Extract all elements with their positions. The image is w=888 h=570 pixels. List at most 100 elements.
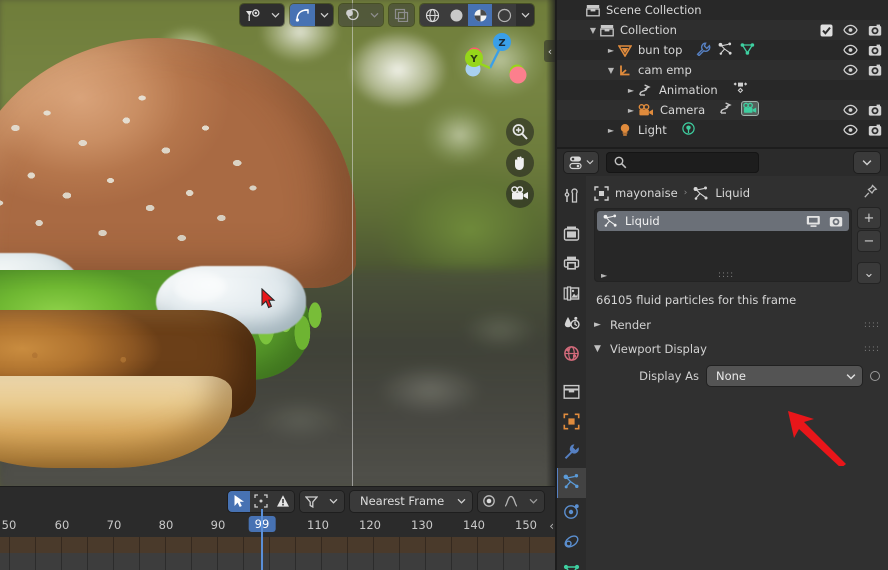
filter-funnel-icon[interactable]	[300, 490, 322, 512]
collection-checkbox[interactable]	[820, 24, 833, 37]
display-in-render-icon[interactable]	[829, 215, 843, 228]
outliner-row-object-cam-emp[interactable]: ▼ cam emp	[556, 60, 888, 80]
camera-data-icon[interactable]	[741, 101, 760, 119]
camera-render-visibility-icon[interactable]	[868, 104, 882, 117]
interpolation-chevron-down-icon[interactable]	[522, 490, 544, 512]
only-show-errors-icon[interactable]	[272, 490, 294, 512]
tab-physics[interactable]	[556, 498, 586, 528]
object-visibility-group[interactable]	[240, 4, 284, 26]
properties-filter-chevron-down-icon[interactable]	[854, 151, 880, 173]
particle-system-item[interactable]: Liquid	[597, 211, 849, 231]
particle-list-footer[interactable]: ► ::::	[594, 270, 852, 280]
particle-list-specials-menu[interactable]: ⌄	[858, 263, 880, 283]
camera-view-icon[interactable]	[506, 180, 534, 208]
display-as-row[interactable]: Display As None	[586, 361, 888, 391]
disclosure-triangle-icon[interactable]: ▼	[586, 26, 600, 35]
timeline-body[interactable]	[0, 537, 556, 570]
wireframe-shading-icon[interactable]	[420, 4, 444, 26]
tab-constraints[interactable]	[556, 528, 586, 558]
breadcrumb-object-name[interactable]: mayonaise	[615, 186, 678, 200]
timeline-collapse-arrow[interactable]: ‹	[549, 519, 554, 533]
mesh-data-icon[interactable]	[740, 42, 755, 59]
search-input[interactable]	[606, 151, 759, 173]
display-as-dropdown[interactable]: None	[707, 366, 862, 386]
tab-render[interactable]	[556, 220, 586, 250]
animation-icon[interactable]	[719, 102, 734, 118]
auto-keying-group[interactable]	[478, 490, 544, 512]
wrench-modifier-icon[interactable]	[696, 41, 711, 59]
object-visibility-chevron-down-icon[interactable]	[266, 4, 284, 26]
timeline-filter-group[interactable]	[300, 490, 344, 512]
tab-output[interactable]	[556, 250, 586, 280]
solid-shading-icon[interactable]	[444, 4, 468, 26]
panel-render-header[interactable]: ► Render ::::	[586, 313, 888, 337]
gizmo-chevron-down-icon[interactable]	[315, 4, 333, 26]
tab-view-layer[interactable]	[556, 280, 586, 310]
properties-header[interactable]	[556, 148, 888, 176]
snap-mode-dropdown[interactable]: Nearest Frame	[350, 490, 472, 512]
overlays-chevron-down-icon[interactable]	[365, 4, 383, 26]
disclosure-triangle-icon[interactable]: ►	[604, 126, 618, 135]
outliner-row-collection[interactable]: ▼ Collection	[556, 20, 888, 40]
shading-modes-group[interactable]	[420, 4, 534, 26]
gizmo-group[interactable]	[290, 4, 333, 26]
timeline-playhead-line[interactable]	[261, 509, 263, 570]
eye-visibility-icon[interactable]	[843, 124, 858, 136]
xray-toggle-icon[interactable]	[389, 4, 414, 26]
display-in-viewport-icon[interactable]	[806, 215, 821, 228]
outliner-row-object-camera[interactable]: ► Camera	[556, 100, 888, 120]
viewport-header[interactable]	[240, 4, 534, 26]
disclosure-triangle-icon[interactable]: ►	[604, 46, 618, 55]
shading-chevron-down-icon[interactable]	[516, 4, 534, 26]
hand-pan-icon[interactable]	[506, 149, 534, 177]
camera-render-visibility-icon[interactable]	[868, 64, 882, 77]
overlays-group[interactable]	[339, 4, 383, 26]
properties-editor-type-icon[interactable]	[564, 151, 598, 173]
remove-particle-system-button[interactable]: −	[858, 231, 880, 251]
material-preview-shading-icon[interactable]	[468, 4, 492, 26]
eye-visibility-icon[interactable]	[843, 24, 858, 36]
display-as-animate-decorator[interactable]	[870, 371, 880, 381]
rendered-shading-icon[interactable]	[492, 4, 516, 26]
zoom-magnifier-icon[interactable]	[506, 118, 534, 146]
add-particle-system-button[interactable]: +	[858, 208, 880, 228]
particle-list-expand-arrow[interactable]: ►	[601, 271, 607, 280]
filter-chevron-down-icon[interactable]	[322, 490, 344, 512]
disclosure-triangle-icon[interactable]: ►	[624, 86, 638, 95]
properties-editor[interactable]: mayonaise › Liquid Liquid ►:::: + − ⌄ 6…	[556, 148, 888, 570]
panel-viewport-display-drag-dots[interactable]: ::::	[864, 344, 880, 354]
eye-visibility-icon[interactable]	[843, 64, 858, 76]
particles-icon[interactable]	[718, 41, 733, 59]
particle-list-side-buttons[interactable]: + − ⌄	[858, 208, 880, 283]
tab-object[interactable]	[556, 408, 586, 438]
tab-world[interactable]	[556, 340, 586, 370]
timeline-ruler[interactable]: 506070809011012013014015099	[0, 515, 556, 537]
3d-viewport[interactable]: Z Y ‹	[0, 0, 556, 487]
camera-render-visibility-icon[interactable]	[868, 44, 882, 57]
navigation-gizmo[interactable]: Z Y	[462, 28, 534, 100]
panel-viewport-display-header[interactable]: ▼ Viewport Display ::::	[586, 337, 888, 361]
tab-scene[interactable]	[556, 310, 586, 340]
keyframes-icon[interactable]	[732, 81, 750, 100]
tab-particles[interactable]	[556, 468, 586, 498]
gizmo-icon[interactable]	[290, 4, 315, 26]
tab-modifiers[interactable]	[556, 438, 586, 468]
outliner-row-object-light[interactable]: ► Light	[556, 120, 888, 140]
panel-render-drag-dots[interactable]: ::::	[864, 320, 880, 330]
outliner-row-scene-collection[interactable]: Scene Collection	[556, 0, 888, 20]
cursor-select-icon[interactable]	[228, 490, 250, 512]
particle-system-list[interactable]: Liquid ►::::	[594, 208, 852, 282]
outliner-row-object-bun-top[interactable]: ► bun top	[556, 40, 888, 60]
tab-collection[interactable]	[556, 378, 586, 408]
eye-visibility-icon[interactable]	[843, 104, 858, 116]
breadcrumb-system-name[interactable]: Liquid	[715, 186, 750, 200]
panel-render-arrow[interactable]: ►	[594, 320, 604, 330]
disclosure-triangle-icon[interactable]: ►	[624, 106, 638, 115]
light-data-icon[interactable]	[681, 121, 696, 139]
overlays-icon[interactable]	[339, 4, 365, 26]
camera-render-visibility-icon[interactable]	[868, 124, 882, 137]
timeline-editor[interactable]: Nearest Frame 50607080901101201301401509…	[0, 487, 556, 570]
object-visibility-icon[interactable]	[240, 4, 266, 26]
properties-body[interactable]: mayonaise › Liquid Liquid ►:::: + − ⌄ 6…	[586, 176, 888, 570]
particle-system-list-wrapper[interactable]: Liquid ►:::: + − ⌄	[586, 208, 888, 283]
